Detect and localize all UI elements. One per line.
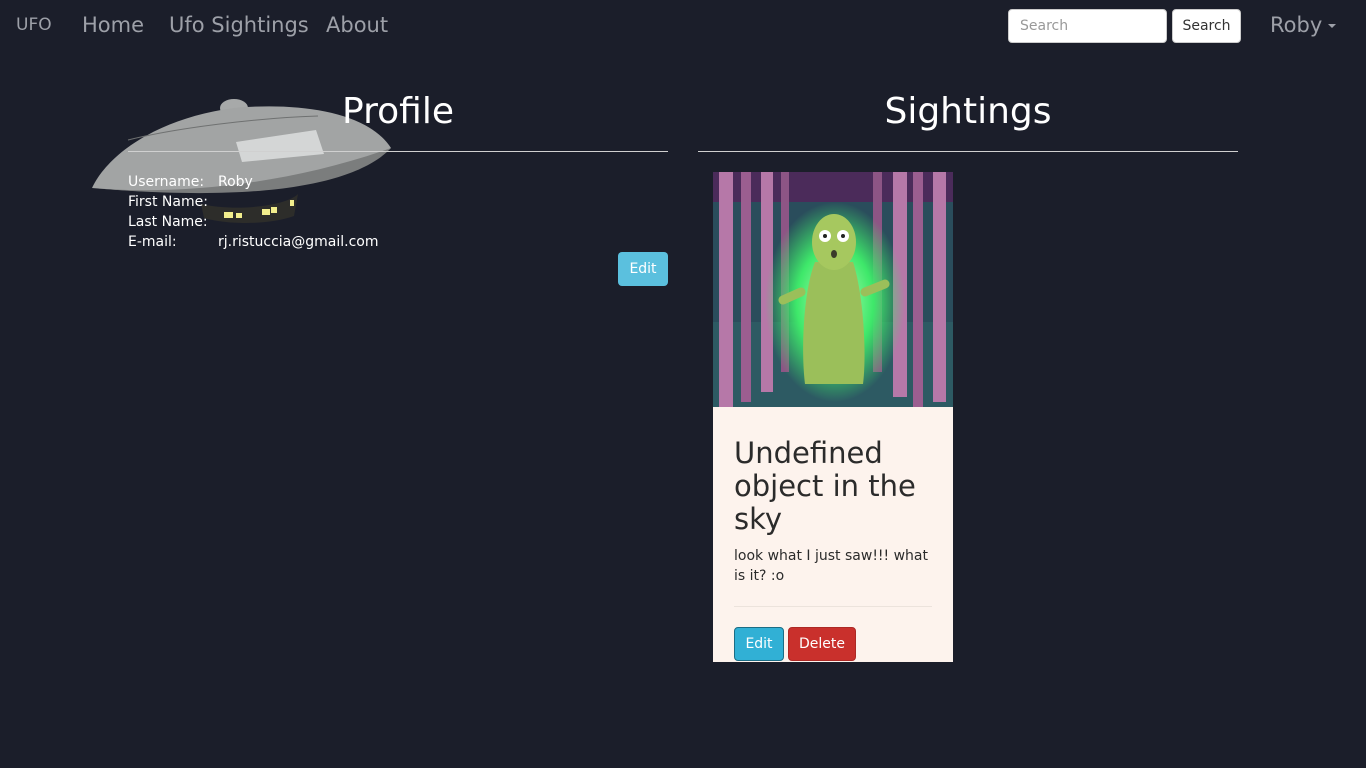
navbar: UFO Home Ufo Sightings About Search Roby [0, 0, 1366, 52]
email-value: rj.ristuccia@gmail.com [218, 234, 379, 250]
brand-link[interactable]: UFO [16, 15, 52, 35]
nav-about[interactable]: About [326, 13, 388, 37]
username-label: Username: [128, 174, 205, 190]
user-name: Roby [1270, 13, 1323, 37]
edit-profile-button[interactable]: Edit [618, 252, 668, 286]
last-name-label: Last Name: [128, 214, 208, 230]
search-input[interactable] [1008, 9, 1167, 43]
sighting-description: look what I just saw!!! what is it? :o [734, 548, 928, 584]
username-value: Roby [218, 174, 253, 190]
sighting-title: Undefined object in the sky [734, 436, 916, 536]
card-divider [734, 606, 932, 607]
search-button[interactable]: Search [1172, 9, 1241, 43]
profile-title: Profile [342, 91, 454, 132]
delete-sighting-button[interactable]: Delete [788, 627, 856, 661]
sightings-divider [698, 151, 1238, 152]
nav-ufo-sightings[interactable]: Ufo Sightings [169, 13, 309, 37]
sightings-title: Sightings [884, 91, 1052, 132]
profile-divider [128, 151, 668, 152]
email-label: E-mail: [128, 234, 177, 250]
user-menu[interactable]: Roby [1270, 13, 1337, 37]
sighting-card: Undefined object in the sky look what I … [713, 172, 953, 662]
first-name-label: First Name: [128, 194, 208, 210]
sighting-image[interactable] [713, 172, 953, 407]
caret-down-icon [1328, 24, 1337, 28]
edit-sighting-button[interactable]: Edit [734, 627, 784, 661]
nav-home[interactable]: Home [82, 13, 144, 37]
